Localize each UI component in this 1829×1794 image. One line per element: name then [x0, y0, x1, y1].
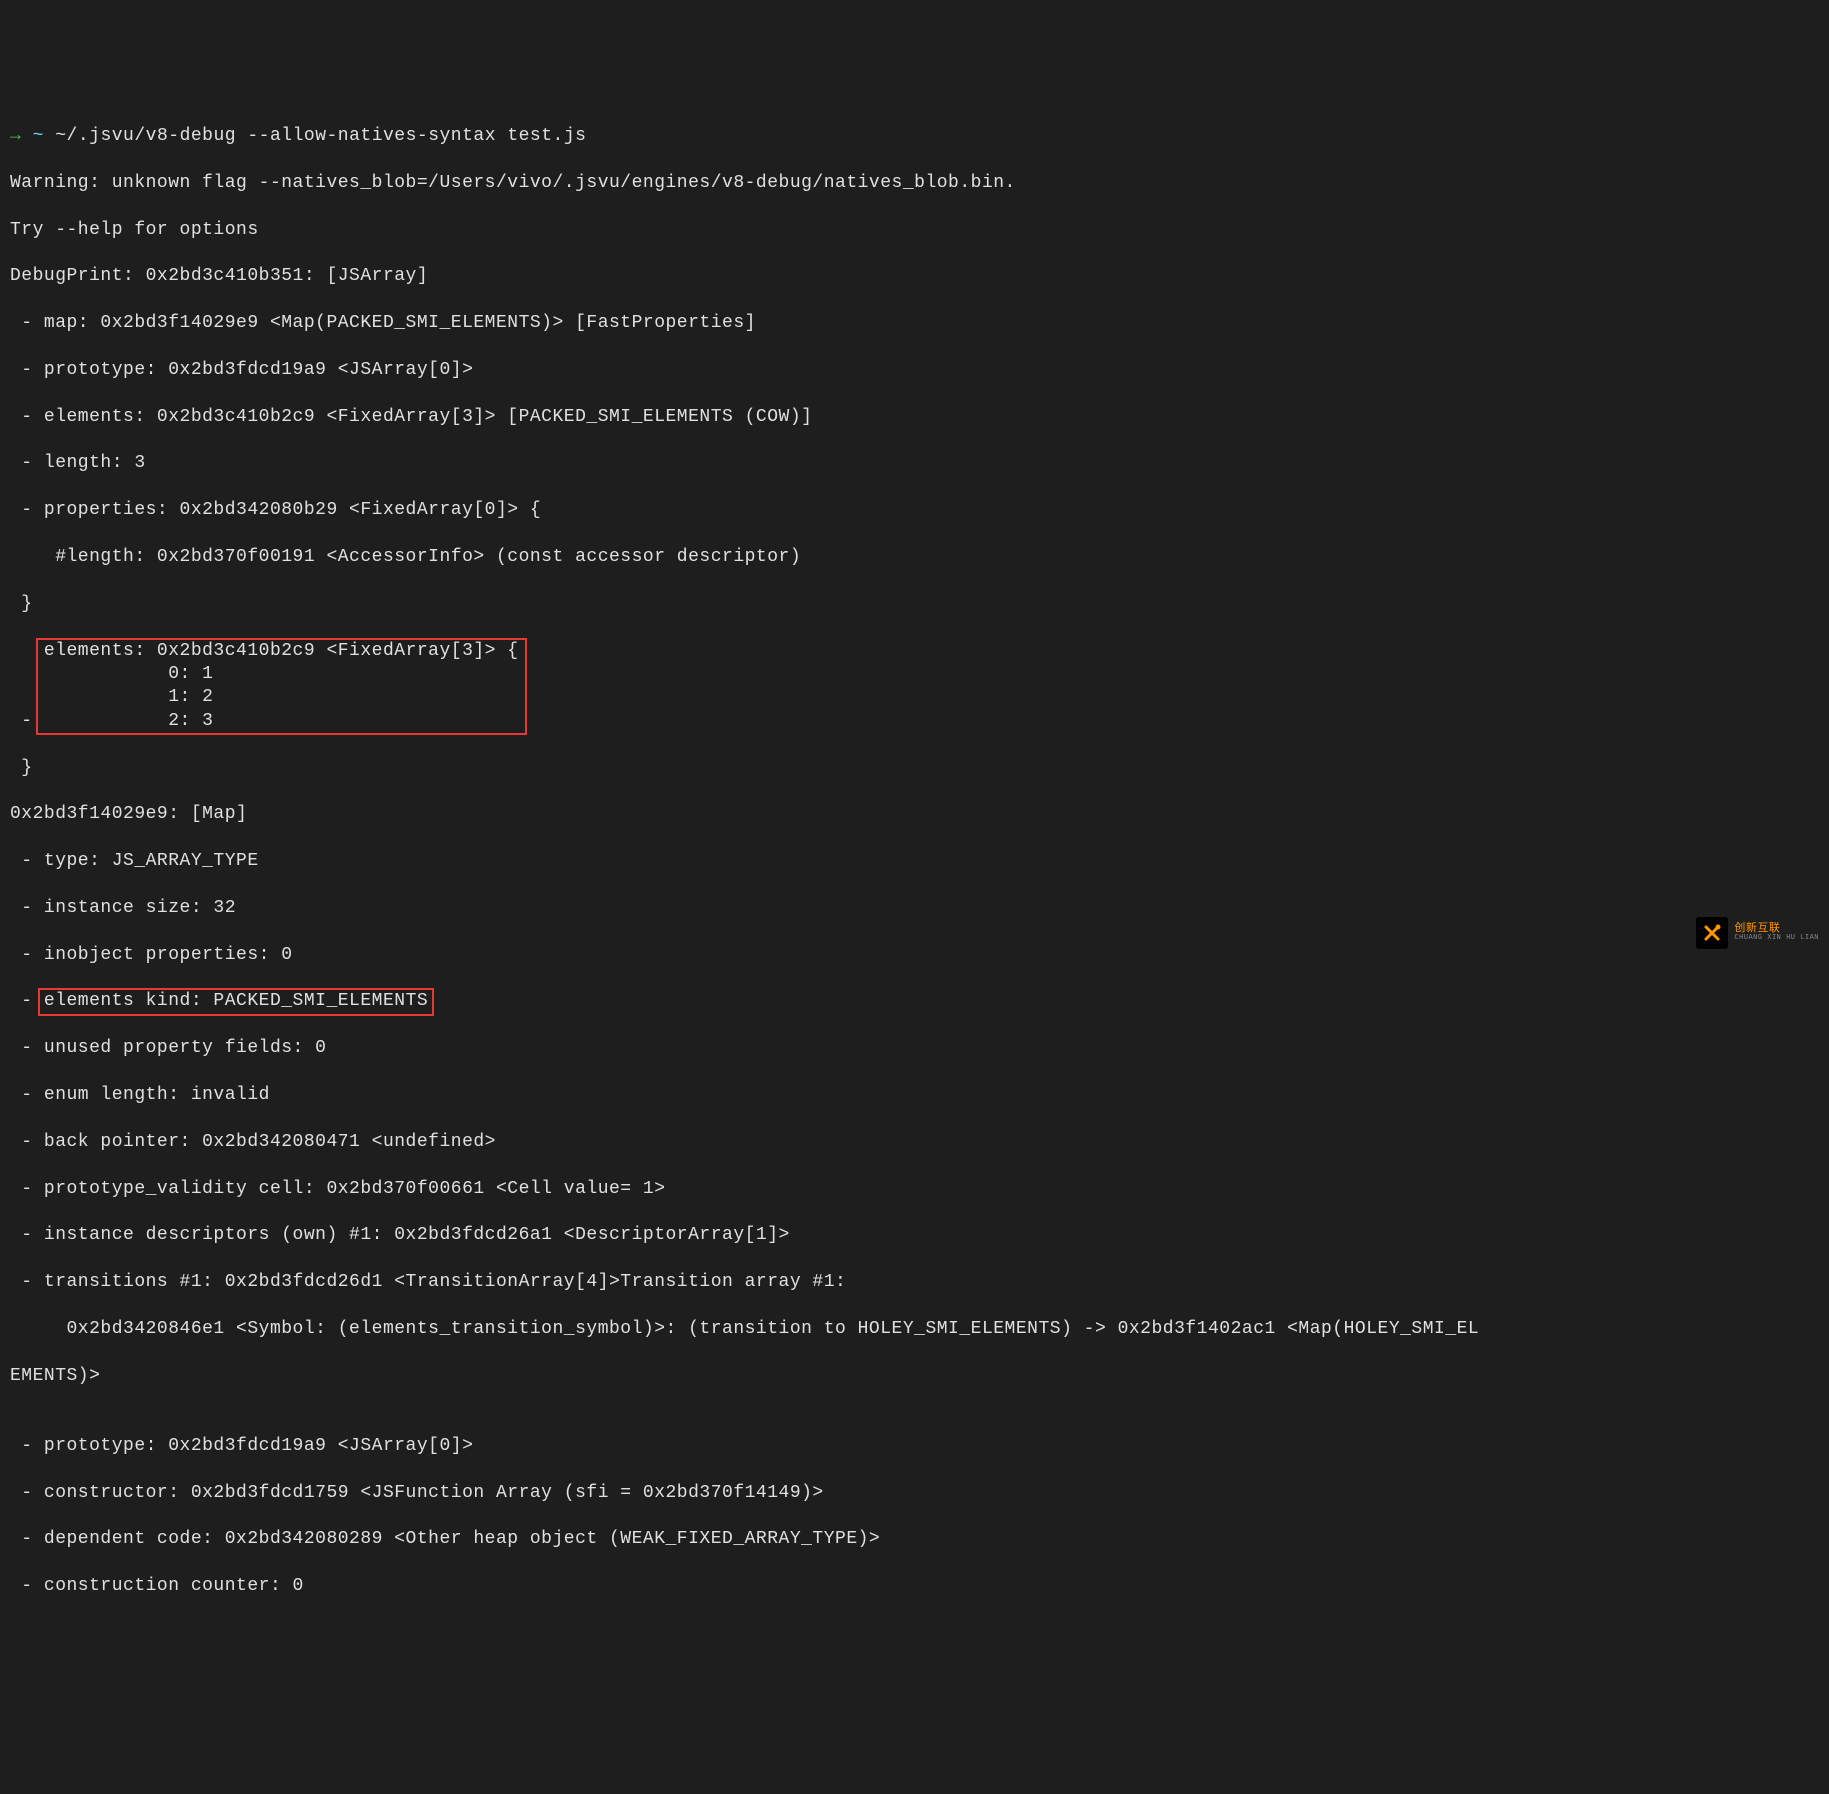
watermark-subtitle: CHUANG XIN HU LIAN — [1734, 935, 1819, 943]
elementskind-highlight: elements kind: PACKED_SMI_ELEMENTS — [38, 988, 434, 1015]
command-text: ~/.jsvu/v8-debug --allow-natives-syntax … — [55, 126, 586, 146]
properties-line: - properties: 0x2bd342080b29 <FixedArray… — [10, 499, 1819, 522]
mapheader-line: 0x2bd3f14029e9: [Map] — [10, 803, 1819, 826]
prototype2-line: - prototype: 0x2bd3fdcd19a9 <JSArray[0]> — [10, 1435, 1819, 1458]
prompt-arrow-icon: → — [10, 126, 21, 146]
elementskind-line: - elements kind: PACKED_SMI_ELEMENTS — [10, 990, 1819, 1013]
elements-highlight-box: elements: 0x2bd3c410b2c9 <FixedArray[3]>… — [36, 638, 527, 736]
instancedesc-line: - instance descriptors (own) #1: 0x2bd3f… — [10, 1224, 1819, 1247]
element-1: 1: 2 — [44, 687, 214, 707]
length-line: - length: 3 — [10, 452, 1819, 475]
prompt-cwd: ~ — [33, 126, 44, 146]
watermark-icon — [1696, 917, 1728, 949]
element-0: 0: 1 — [44, 664, 214, 684]
elements-block-start: - elements: 0x2bd3c410b2c9 <FixedArray[3… — [10, 640, 1819, 734]
map-line: - map: 0x2bd3f14029e9 <Map(PACKED_SMI_EL… — [10, 312, 1819, 335]
hashlength-line: #length: 0x2bd370f00191 <AccessorInfo> (… — [10, 546, 1819, 569]
constructor-line: - constructor: 0x2bd3fdcd1759 <JSFunctio… — [10, 1482, 1819, 1505]
debugprint-line: DebugPrint: 0x2bd3c410b351: [JSArray] — [10, 265, 1819, 288]
watermark: 创新互联 CHUANG XIN HU LIAN — [1696, 917, 1819, 949]
closebrace1-line: } — [10, 593, 1819, 616]
warning-line: Warning: unknown flag --natives_blob=/Us… — [10, 172, 1819, 195]
inobject-line: - inobject properties: 0 — [10, 944, 1819, 967]
transitionsym-line: 0x2bd3420846e1 <Symbol: (elements_transi… — [10, 1318, 1819, 1341]
elements-line: - elements: 0x2bd3c410b2c9 <FixedArray[3… — [10, 406, 1819, 429]
watermark-text: 创新互联 CHUANG XIN HU LIAN — [1734, 923, 1819, 943]
prototype-line: - prototype: 0x2bd3fdcd19a9 <JSArray[0]> — [10, 359, 1819, 382]
tryhelp-line: Try --help for options — [10, 219, 1819, 242]
closebrace2-line: } — [10, 757, 1819, 780]
prompt-line: → ~ ~/.jsvu/v8-debug --allow-natives-syn… — [10, 125, 1819, 148]
unused-line: - unused property fields: 0 — [10, 1037, 1819, 1060]
transitions-line: - transitions #1: 0x2bd3fdcd26d1 <Transi… — [10, 1271, 1819, 1294]
construction-line: - construction counter: 0 — [10, 1575, 1819, 1598]
element-2: 2: 3 — [44, 711, 214, 731]
protovalidity-line: - prototype_validity cell: 0x2bd370f0066… — [10, 1178, 1819, 1201]
elements2-open: elements: 0x2bd3c410b2c9 <FixedArray[3]>… — [44, 641, 519, 661]
instancesize-line: - instance size: 32 — [10, 897, 1819, 920]
type-line: - type: JS_ARRAY_TYPE — [10, 850, 1819, 873]
backpointer-line: - back pointer: 0x2bd342080471 <undefine… — [10, 1131, 1819, 1154]
enum-line: - enum length: invalid — [10, 1084, 1819, 1107]
terminal-output: → ~ ~/.jsvu/v8-debug --allow-natives-syn… — [10, 102, 1819, 1622]
dependent-line: - dependent code: 0x2bd342080289 <Other … — [10, 1528, 1819, 1551]
ements-line: EMENTS)> — [10, 1365, 1819, 1388]
